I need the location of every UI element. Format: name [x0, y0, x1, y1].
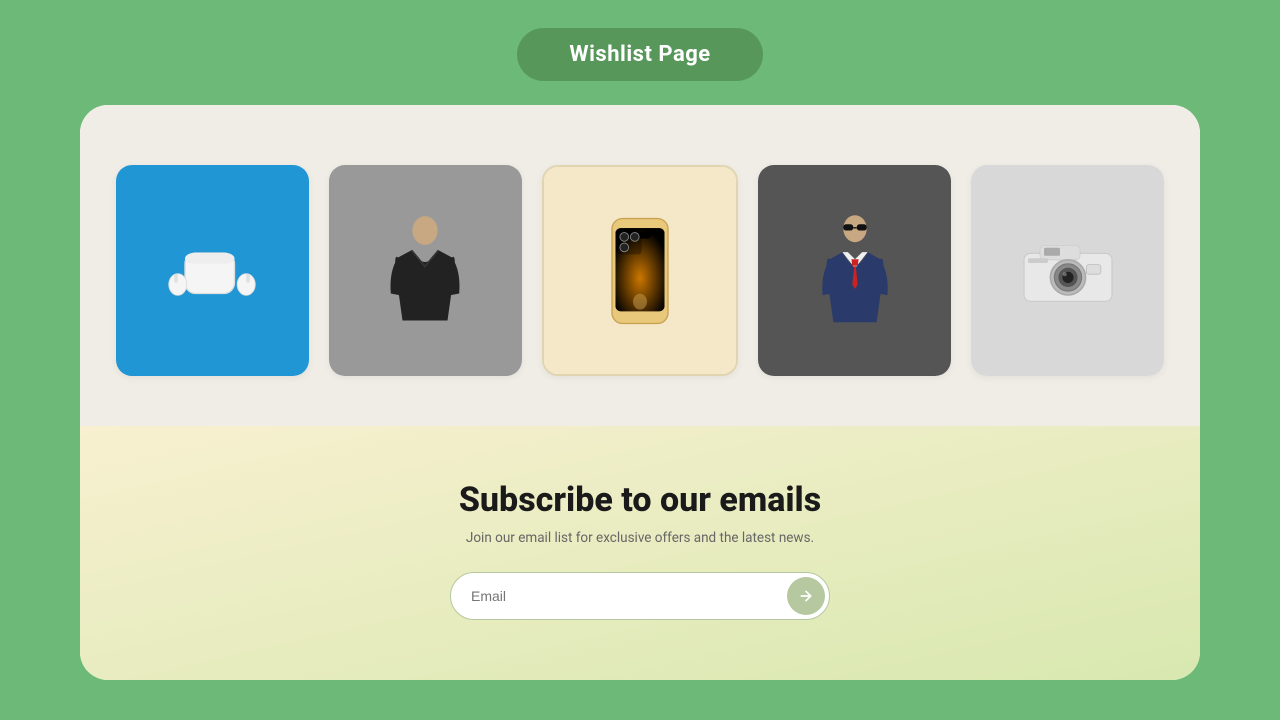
product-card: I phone 14 pro ৳108367.00 Remove from wi…: [542, 165, 739, 376]
product-card: Apple Earpods A172 Pro ৳0.00 Remove from…: [116, 165, 309, 376]
product-card: Polaroid I-type Camrea ৳4000.00 Remove f…: [971, 165, 1164, 376]
product-image-suit: [758, 165, 951, 376]
arrow-right-icon: [798, 588, 814, 604]
subscribe-button[interactable]: [787, 577, 825, 615]
wishlist-section: Apple Earpods A172 Pro ৳0.00 Remove from…: [80, 105, 1200, 426]
subscribe-form: [450, 572, 830, 620]
email-input[interactable]: [451, 575, 783, 617]
page-title: Wishlist Page: [517, 28, 762, 81]
subscribe-section: Subscribe to our emails Join our email l…: [80, 426, 1200, 680]
product-info: I phone 14 pro ৳108367.00 Remove from wi…: [544, 374, 737, 376]
subscribe-title: Subscribe to our emails: [459, 480, 821, 520]
card-content: Apple Earpods A172 Pro ৳0.00 Remove from…: [80, 105, 1200, 680]
product-image-phone: [544, 167, 737, 374]
product-card: Blue Full Suit ৳6000.00 ৳5200.00 Remove …: [758, 165, 951, 376]
products-grid: Apple Earpods A172 Pro ৳0.00 Remove from…: [116, 165, 1164, 376]
page-header: Wishlist Page: [0, 0, 1280, 105]
main-card: Apple Earpods A172 Pro ৳0.00 Remove from…: [80, 105, 1200, 680]
product-image-jacket: [329, 165, 522, 376]
product-image-airpods: [116, 165, 309, 376]
product-card: Black Leather Jacket ৳4000.00 Remove fro…: [329, 165, 522, 376]
product-image-camera: [971, 165, 1164, 376]
subscribe-subtitle: Join our email list for exclusive offers…: [466, 530, 814, 546]
